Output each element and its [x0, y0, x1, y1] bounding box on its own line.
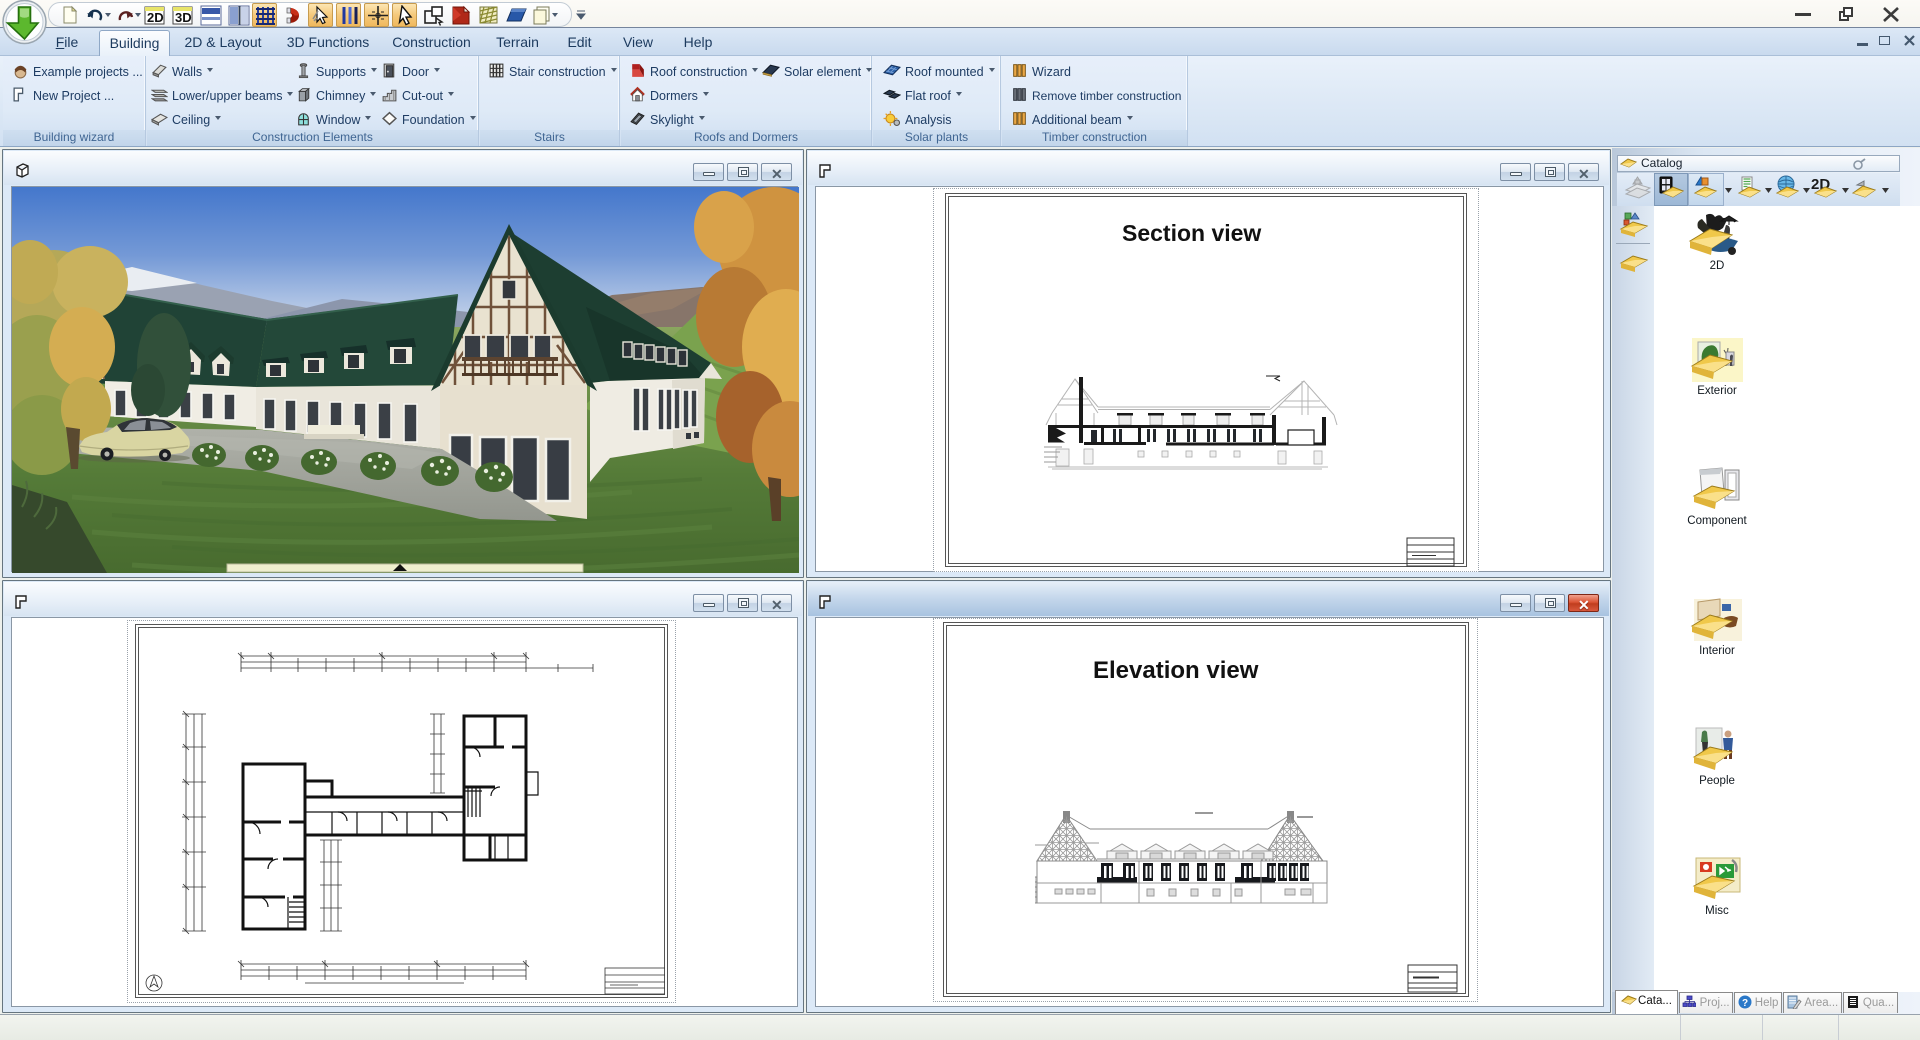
svg-text:?: ? [1742, 998, 1748, 1009]
svg-text:2D: 2D [147, 10, 164, 25]
svg-text:3D: 3D [175, 10, 192, 25]
